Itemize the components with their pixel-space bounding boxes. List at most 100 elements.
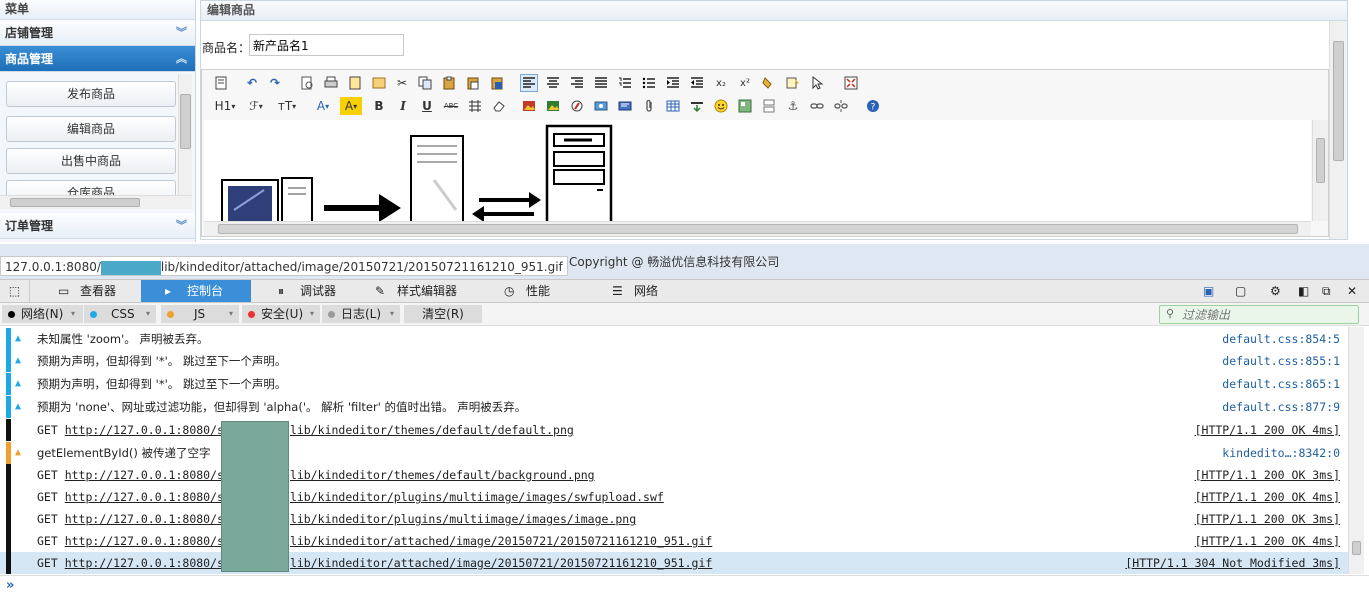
responsive-icon[interactable]: ▢ <box>1235 280 1251 302</box>
settings-gear-icon[interactable]: ⚙ <box>1270 280 1286 302</box>
filter-logging[interactable]: 日志(L) <box>322 305 400 323</box>
insert-file-icon[interactable] <box>616 97 634 115</box>
cut-icon[interactable]: ✂ <box>393 74 411 92</box>
editor-vertical-scrollbar[interactable] <box>1312 120 1328 221</box>
tab-debugger[interactable]: ⏸ 调试器 <box>252 280 362 302</box>
tab-performance[interactable]: ◷ 性能 <box>494 280 594 302</box>
clear-button[interactable]: 清空(R) <box>404 305 482 323</box>
element-picker-icon[interactable]: ⬚ <box>0 280 30 302</box>
filter-output-box[interactable]: ⚲ <box>1159 305 1359 324</box>
request-url-link[interactable]: http://127.0.0.1:8080/s lib/kindeditor/th… <box>65 423 574 437</box>
dropdown-arrow-icon[interactable]: ▾ <box>390 305 400 323</box>
log-source-link[interactable]: default.css:865:1 <box>1222 373 1340 395</box>
section-product-management[interactable]: 商品管理 ︽ <box>0 46 195 72</box>
log-row[interactable]: GET http://127.0.0.1:8080/s lib/kindedito… <box>0 508 1360 530</box>
scroll-thumb[interactable] <box>1352 541 1361 555</box>
underline-button[interactable]: U <box>418 97 436 115</box>
code-icon[interactable] <box>370 74 388 92</box>
section-order-management[interactable]: 订单管理 ︾ <box>0 213 195 239</box>
log-row[interactable]: ▲ 预期为声明，但却得到 '*'。 跳过至下一个声明。 default.css:… <box>0 350 1360 372</box>
log-row[interactable]: ▲ 预期为 'none'、网址或过滤功能，但却得到 'alpha('。 解析 '… <box>0 396 1360 418</box>
http-status-link[interactable]: [HTTP/1.1 200 OK 3ms] <box>1195 464 1340 486</box>
preview-icon[interactable] <box>298 74 316 92</box>
align-right-icon[interactable] <box>568 74 586 92</box>
indent-icon[interactable] <box>664 74 682 92</box>
log-source-link[interactable]: default.css:877:9 <box>1222 396 1340 418</box>
log-row[interactable]: GET http://127.0.0.1:8080/s lib/kindedito… <box>0 486 1360 508</box>
emoticon-icon[interactable] <box>712 97 730 115</box>
redo-icon[interactable]: ↷ <box>266 74 284 92</box>
menu-item-warehouse[interactable]: 仓库商品 <box>6 180 176 195</box>
anchor-icon[interactable]: ⚓ <box>784 97 802 115</box>
template-icon[interactable] <box>346 74 364 92</box>
editor-content[interactable] <box>204 120 1311 221</box>
console-vertical-scrollbar[interactable] <box>1348 327 1364 574</box>
scroll-thumb[interactable] <box>180 94 191 149</box>
console-input-line[interactable]: » <box>0 575 1369 600</box>
http-status-link[interactable]: [HTTP/1.1 200 OK 4ms] <box>1195 530 1340 552</box>
copy-icon[interactable] <box>416 74 434 92</box>
filter-network[interactable]: 网络(N) <box>2 305 82 323</box>
clear-format-icon[interactable] <box>760 74 778 92</box>
request-url-link[interactable]: http://127.0.0.1:8080/s lib/kindeditor/pl… <box>65 490 664 504</box>
section-shop-management[interactable]: 店铺管理 ︾ <box>0 20 195 46</box>
table-icon[interactable] <box>664 97 682 115</box>
log-source-link[interactable]: default.css:854:5 <box>1222 328 1340 350</box>
dropdown-arrow-icon[interactable]: ▾ <box>310 305 320 323</box>
print-icon[interactable] <box>322 74 340 92</box>
request-url-link[interactable]: http://127.0.0.1:8080/s lib/kindeditor/at… <box>65 556 713 570</box>
line-height-icon[interactable] <box>466 97 484 115</box>
page-break-icon[interactable] <box>760 97 778 115</box>
select-all-icon[interactable] <box>808 74 826 92</box>
remove-format-icon[interactable] <box>490 97 508 115</box>
baidu-map-icon[interactable] <box>736 97 754 115</box>
log-source-link[interactable]: kindedito…:8342:0 <box>1222 442 1340 464</box>
log-row[interactable]: ▲ getElementById() 被传递了空字 kindedito…:834… <box>0 442 1360 464</box>
request-url-link[interactable]: http://127.0.0.1:8080/s lib/kindeditor/th… <box>65 468 595 482</box>
align-center-icon[interactable] <box>544 74 562 92</box>
split-console-icon[interactable]: ▣ <box>1203 280 1219 302</box>
menu-item-edit[interactable]: 编辑商品 <box>6 116 176 142</box>
horizontal-rule-icon[interactable] <box>688 97 706 115</box>
source-icon[interactable] <box>212 74 230 92</box>
scroll-thumb[interactable] <box>218 224 1298 234</box>
align-left-icon[interactable] <box>520 74 538 92</box>
quick-format-icon[interactable] <box>784 74 802 92</box>
strikethrough-button[interactable]: ABC <box>442 97 460 115</box>
multi-image-icon[interactable] <box>544 97 562 115</box>
paste-icon[interactable] <box>440 74 458 92</box>
text-color-dropdown[interactable]: A ▾ <box>312 97 334 115</box>
undo-icon[interactable]: ↶ <box>243 74 261 92</box>
request-url-link[interactable]: http://127.0.0.1:8080/s lib/kindeditor/at… <box>65 534 713 548</box>
log-row[interactable]: ▲ 未知属性 'zoom'。 声明被丢弃。 default.css:854:5 <box>0 328 1360 350</box>
menu-vertical-scrollbar[interactable] <box>178 74 192 195</box>
log-row[interactable]: GET http://127.0.0.1:8080/s lib/kindedito… <box>0 530 1360 552</box>
editor-horizontal-scrollbar[interactable] <box>204 221 1311 236</box>
paste-plain-icon[interactable] <box>464 74 482 92</box>
panel-vertical-scrollbar[interactable] <box>1329 21 1347 239</box>
fullscreen-icon[interactable] <box>842 74 860 92</box>
close-icon[interactable]: ✕ <box>1347 280 1363 302</box>
unordered-list-icon[interactable] <box>640 74 658 92</box>
filter-output-input[interactable] <box>1182 307 1354 322</box>
paste-word-icon[interactable] <box>488 74 506 92</box>
tab-network[interactable]: ☰ 网络 <box>600 280 700 302</box>
flash-icon[interactable] <box>568 97 586 115</box>
scroll-thumb[interactable] <box>1333 41 1344 161</box>
log-row[interactable]: GET http://127.0.0.1:8080/s lib/kindedito… <box>0 419 1360 441</box>
dropdown-arrow-icon[interactable]: ▾ <box>71 305 83 323</box>
http-status-link[interactable]: [HTTP/1.1 200 OK 4ms] <box>1195 419 1340 441</box>
menu-item-on-sale[interactable]: 出售中商品 <box>6 148 176 174</box>
request-url-link[interactable]: http://127.0.0.1:8080/s lib/kindeditor/pl… <box>65 512 636 526</box>
http-status-link[interactable]: [HTTP/1.1 200 OK 4ms] <box>1195 486 1340 508</box>
scroll-thumb[interactable] <box>1316 138 1325 183</box>
menu-item-publish[interactable]: 发布商品 <box>6 81 176 107</box>
scroll-thumb[interactable] <box>10 198 140 207</box>
log-row-selected[interactable]: GET http://127.0.0.1:8080/s lib/kindedito… <box>0 552 1360 574</box>
font-family-dropdown[interactable]: ℱ ▾ <box>244 97 268 115</box>
bold-button[interactable]: B <box>370 97 388 115</box>
ordered-list-icon[interactable] <box>616 74 634 92</box>
filter-css[interactable]: CSS <box>84 305 154 323</box>
log-source-link[interactable]: default.css:855:1 <box>1222 350 1340 372</box>
filter-security[interactable]: 安全(U) <box>242 305 320 323</box>
